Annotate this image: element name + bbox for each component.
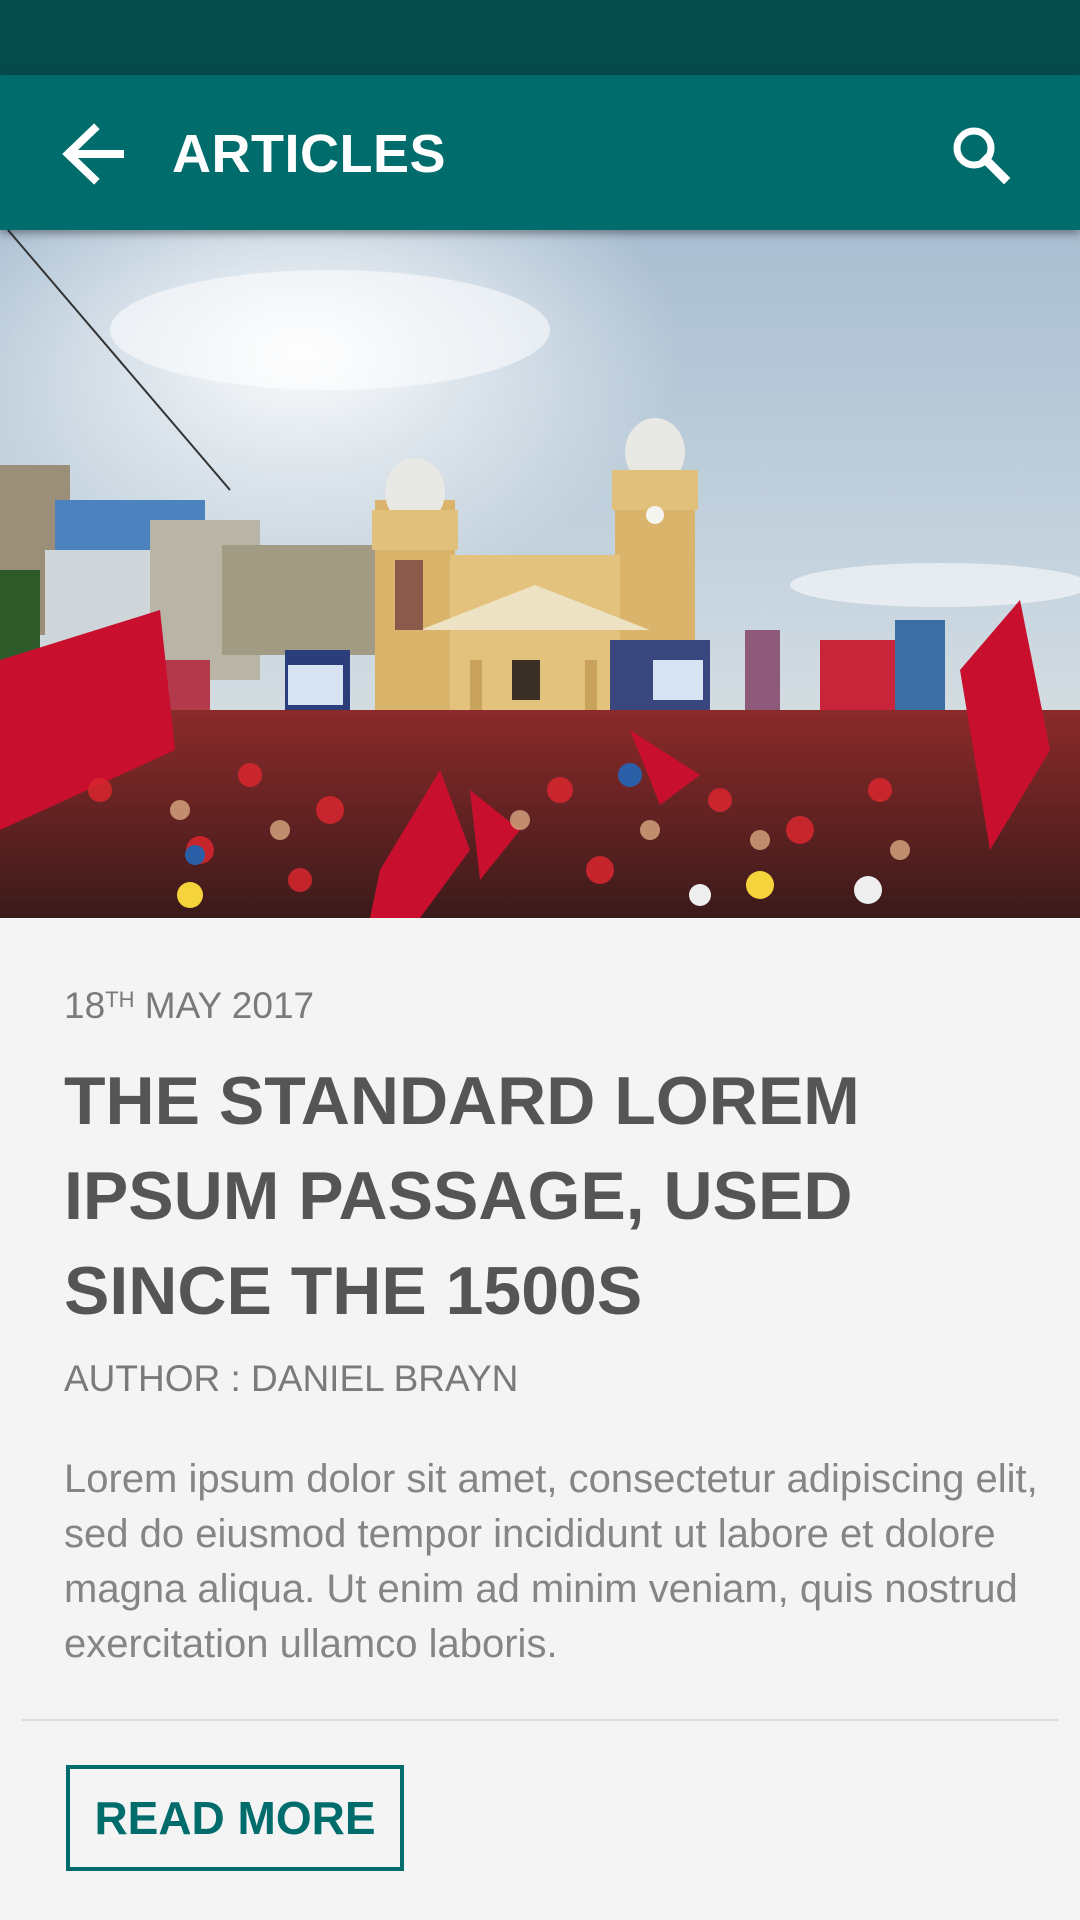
article-title: THE STANDARD LOREM IPSUM PASSAGE, USED S…: [64, 1063, 860, 1329]
date-month-year: MAY 2017: [144, 985, 315, 1026]
back-button[interactable]: [58, 119, 136, 189]
read-more-button[interactable]: READ MORE: [66, 1765, 404, 1871]
article-hero-image: [0, 230, 1080, 918]
app-bar: ARTICLES: [0, 75, 1080, 230]
page-title: ARTICLES: [172, 124, 446, 184]
search-button[interactable]: [940, 119, 1020, 189]
article-excerpt: Lorem ipsum dolor sit amet, consectetur …: [64, 1457, 1038, 1666]
status-bar: [0, 0, 1080, 75]
date-day: 18: [64, 985, 106, 1026]
arrow-left-icon: [62, 123, 124, 185]
divider: [22, 1719, 1058, 1721]
article-date: 18TH MAY 2017: [64, 982, 314, 1030]
article-author: AUTHOR : DANIEL BRAYN: [64, 1358, 519, 1399]
search-icon: [953, 127, 1011, 185]
date-suffix: TH: [105, 987, 135, 1012]
